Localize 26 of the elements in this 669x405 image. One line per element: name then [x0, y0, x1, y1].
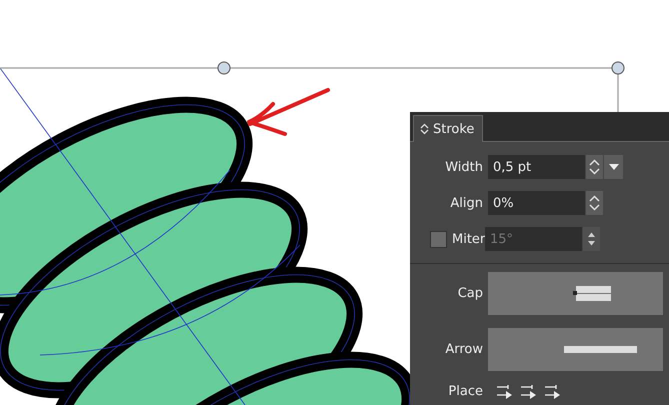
align-stepper[interactable] — [586, 191, 603, 215]
stroke-tab[interactable]: Stroke — [413, 115, 484, 142]
width-label: Width — [444, 160, 484, 174]
stepper-icon — [589, 159, 600, 175]
place-label: Place — [447, 384, 484, 399]
align-label: Align — [449, 196, 484, 210]
miter-stepper[interactable] — [583, 227, 600, 251]
width-stepper[interactable] — [586, 155, 603, 179]
resize-handle[interactable] — [612, 62, 624, 74]
width-dropdown-button[interactable] — [604, 155, 623, 179]
width-field[interactable]: 0,5 pt — [488, 155, 585, 179]
stepper-icon — [589, 195, 600, 211]
arrow-label: Arrow — [444, 342, 484, 357]
resize-handle[interactable] — [218, 62, 230, 74]
arrow-style-selector[interactable] — [488, 328, 663, 371]
miter-label: Miter — [452, 232, 485, 246]
arrow-placement-icon[interactable] — [496, 384, 512, 398]
arrow-placement-icon[interactable] — [520, 384, 536, 398]
align-field[interactable]: 0% — [488, 191, 585, 215]
caret-icon — [608, 164, 618, 170]
cap-style-selector[interactable] — [488, 272, 663, 315]
stepper-icon — [587, 231, 596, 247]
collapse-expand-icon — [420, 123, 429, 135]
line-cap-icon — [573, 286, 613, 302]
cap-label: Cap — [456, 286, 484, 301]
arrow-placement-icon[interactable] — [544, 384, 560, 398]
